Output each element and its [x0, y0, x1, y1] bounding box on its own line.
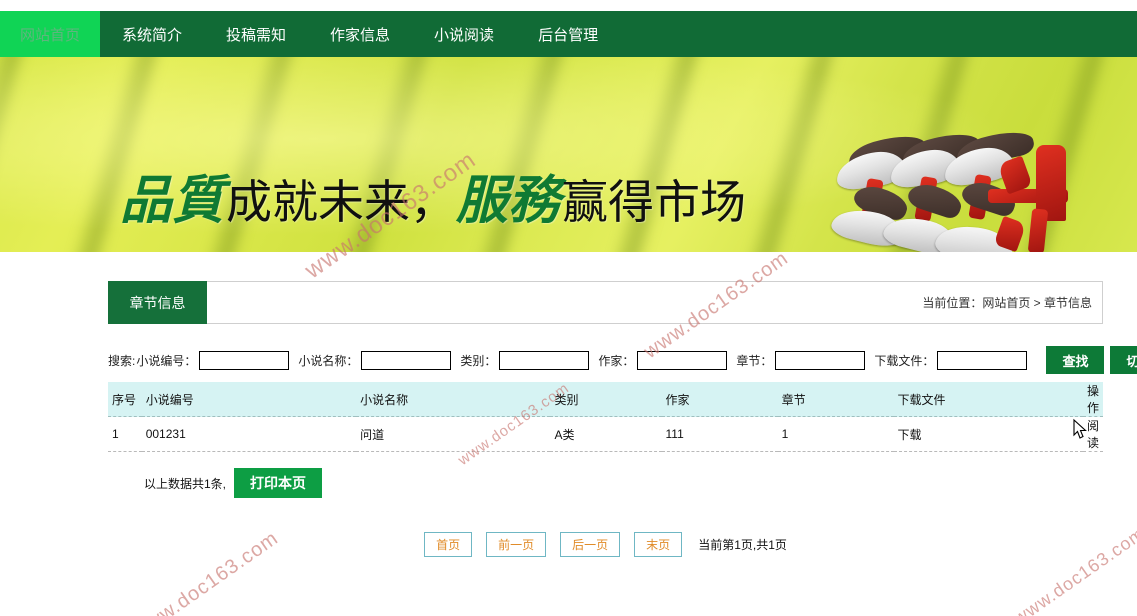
- table-header-row: 序号 小说编号 小说名称 类别 作家 章节 下载文件 操作: [108, 382, 1103, 417]
- search-input-download-file[interactable]: [937, 350, 1028, 370]
- pagination: 首页 前一页 后一页 末页 当前第1页,共1页: [108, 532, 1103, 557]
- search-label-novel-name: 小说名称：: [298, 353, 359, 368]
- watermark-text: www.doc163.com: [862, 0, 1015, 3]
- nav-item-system-intro[interactable]: 系统简介: [100, 11, 204, 57]
- cell-action: 阅读: [1082, 416, 1103, 452]
- nav-item-novel-reading-label: 小说阅读: [434, 26, 495, 44]
- slogan-text-future: 成就未来，: [226, 175, 457, 229]
- pager-prev-button[interactable]: 前一页: [486, 532, 547, 557]
- nav-item-home-label: 网站首页: [19, 26, 80, 44]
- nav-item-author-info-label: 作家信息: [330, 26, 391, 44]
- pagination-info: 当前第1页,共1页: [698, 538, 787, 552]
- cell-chapter: 1: [777, 416, 894, 452]
- column-header-chapter: 章节: [777, 382, 894, 417]
- slogan-emphasis-quality: 品質: [120, 170, 225, 231]
- summary-row: 以上数据共1条, 打印本页: [108, 468, 1103, 498]
- search-label-author: 作家：: [598, 353, 635, 368]
- column-header-code: 小说编号: [141, 382, 357, 417]
- search-label-category: 类别：: [460, 353, 497, 368]
- pager-first-button[interactable]: 首页: [424, 532, 473, 557]
- hero-banner: 品質成就未来，服務赢得市场: [0, 57, 1137, 252]
- nav-item-home[interactable]: 网站首页: [0, 11, 100, 57]
- search-input-author[interactable]: [637, 350, 728, 370]
- pager-last-button[interactable]: 末页: [634, 532, 683, 557]
- banner-slogan: 品質成就未来，服務赢得市场: [120, 175, 746, 227]
- slogan-emphasis-service: 服務: [456, 170, 561, 231]
- column-header-author: 作家: [661, 382, 778, 417]
- chapter-info-table: 序号 小说编号 小说名称 类别 作家 章节 下载文件 操作 1 001231 问…: [108, 382, 1103, 452]
- cell-author: 111: [661, 416, 778, 452]
- navigation-items: 网站首页 系统简介 投稿需知 作家信息 小说阅读 后台管理: [0, 11, 1137, 57]
- nav-item-submission-notice-label: 投稿需知: [226, 26, 287, 44]
- column-header-name: 小说名称: [356, 382, 551, 417]
- search-input-novel-code[interactable]: [199, 350, 290, 370]
- nav-item-novel-reading[interactable]: 小说阅读: [412, 11, 516, 57]
- search-label-novel-code: 小说编号：: [136, 353, 197, 368]
- search-label-download-file: 下载文件：: [874, 353, 935, 368]
- search-form: 搜索: 小说编号： 小说名称： 类别： 作家： 章节： 下载文件： 查找 切换视…: [108, 346, 1137, 374]
- search-input-novel-name[interactable]: [361, 350, 452, 370]
- tab-chapter-info-label: 章节信息: [129, 294, 186, 311]
- nav-item-admin[interactable]: 后台管理: [516, 11, 620, 57]
- switch-view-button[interactable]: 切换视图: [1110, 346, 1137, 374]
- print-page-button[interactable]: 打印本页: [234, 468, 323, 498]
- plough-machine-image: [792, 123, 1122, 252]
- table-body: 1 001231 问道 A类 111 1 下载 阅读: [108, 416, 1103, 452]
- content-area: 章节信息 当前位置：网站首页 > 章节信息 搜索: 小说编号： 小说名称： 类别…: [108, 281, 1137, 557]
- nav-item-admin-label: 后台管理: [538, 26, 599, 44]
- search-button[interactable]: 查找: [1046, 346, 1105, 374]
- pager-next-button[interactable]: 后一页: [560, 532, 621, 557]
- panel-header: 章节信息 当前位置：网站首页 > 章节信息: [108, 281, 1103, 324]
- record-count-text: 以上数据共1条,: [144, 476, 227, 491]
- cell-download-link: 下载: [893, 416, 1083, 452]
- download-link[interactable]: 下载: [898, 428, 922, 442]
- breadcrumb: 当前位置：网站首页 > 章节信息: [922, 296, 1092, 310]
- cell-category: A类: [550, 416, 662, 452]
- search-input-category[interactable]: [499, 350, 590, 370]
- search-input-chapter[interactable]: [775, 350, 866, 370]
- nav-item-author-info[interactable]: 作家信息: [308, 11, 412, 57]
- cell-code: 001231: [141, 416, 357, 452]
- watermark-text: www.doc163.com: [1040, 0, 1137, 3]
- nav-item-system-intro-label: 系统简介: [122, 26, 183, 44]
- cell-index: 1: [108, 416, 142, 452]
- nav-item-submission-notice[interactable]: 投稿需知: [204, 11, 308, 57]
- read-link[interactable]: 阅读: [1087, 419, 1099, 450]
- column-header-action: 操作: [1082, 382, 1103, 417]
- slogan-text-market: 赢得市场: [562, 175, 747, 229]
- cell-name: 问道: [356, 416, 551, 452]
- column-header-index: 序号: [108, 382, 142, 417]
- table-header: 序号 小说编号 小说名称 类别 作家 章节 下载文件 操作: [108, 382, 1103, 417]
- search-prefix-label: 搜索:: [108, 353, 136, 368]
- table-row: 1 001231 问道 A类 111 1 下载 阅读: [108, 416, 1103, 452]
- column-header-category: 类别: [550, 382, 662, 417]
- tab-chapter-info[interactable]: 章节信息: [108, 281, 207, 324]
- column-header-file: 下载文件: [893, 382, 1083, 417]
- search-label-chapter: 章节：: [736, 353, 773, 368]
- main-navigation-bar: 网站首页 系统简介 投稿需知 作家信息 小说阅读 后台管理: [0, 11, 1137, 57]
